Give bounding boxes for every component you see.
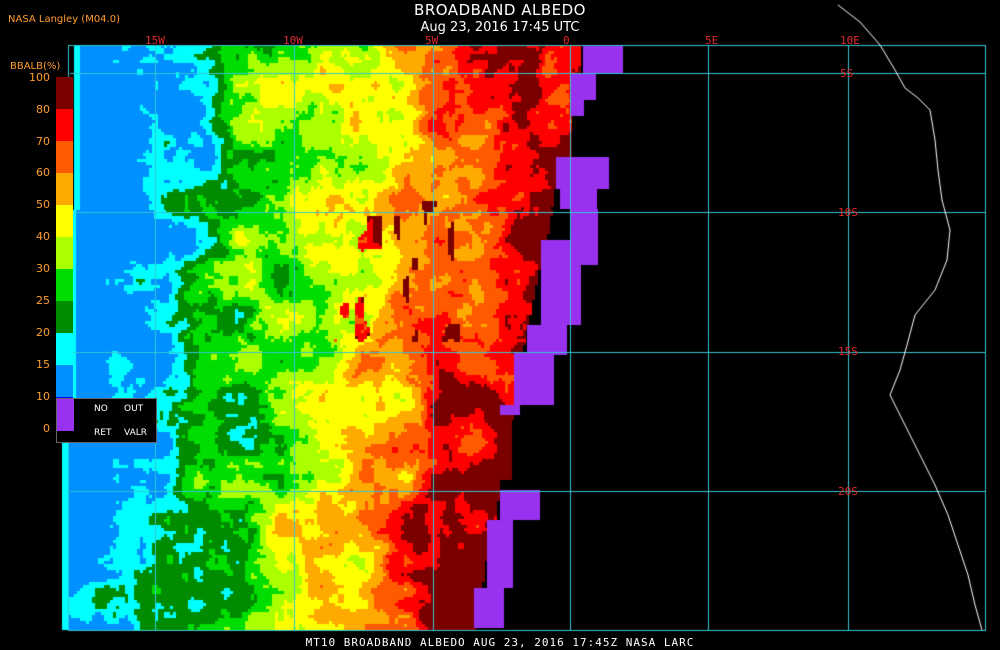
colorbar-swatch bbox=[56, 77, 73, 109]
colorbar-tick: 80 bbox=[36, 103, 50, 116]
colorbar-swatch bbox=[56, 141, 73, 173]
no-data-label: RET bbox=[94, 428, 112, 438]
lon-label-5e: 5E bbox=[705, 34, 719, 47]
colorbar-tick: 40 bbox=[36, 230, 50, 243]
lon-label-5w: 5W bbox=[425, 34, 439, 47]
colorbar-tick: 25 bbox=[36, 294, 50, 307]
lon-label-10w: 10W bbox=[283, 34, 303, 47]
no-data-legend: NO OUT RET VALR bbox=[56, 398, 157, 443]
no-data-label: NO bbox=[94, 404, 108, 414]
colorbar-swatch bbox=[56, 173, 73, 205]
colorbar-swatch bbox=[56, 109, 73, 141]
lon-label-10e: 10E bbox=[840, 34, 860, 47]
lat-label-15s: 15S bbox=[838, 345, 858, 358]
albedo-map bbox=[0, 0, 1000, 650]
colorbar-swatch bbox=[56, 269, 73, 301]
colorbar-swatch bbox=[56, 365, 73, 397]
colorbar-tick: 20 bbox=[36, 326, 50, 339]
colorbar-swatch bbox=[56, 301, 73, 333]
colorbar-swatch bbox=[56, 333, 73, 365]
lat-label-5s: 5S bbox=[840, 67, 854, 80]
colorbar-tick: 10 bbox=[36, 390, 50, 403]
colorbar-swatch bbox=[56, 205, 73, 237]
colorbar-swatch bbox=[56, 237, 73, 269]
colorbar-tick: 100 bbox=[29, 71, 50, 84]
footer-caption: MT10 BROADBAND ALBEDO AUG 23, 2016 17:45… bbox=[305, 636, 695, 649]
no-data-label: OUT bbox=[124, 404, 144, 414]
no-data-label: VALR bbox=[124, 428, 148, 438]
colorbar-tick: 50 bbox=[36, 198, 50, 211]
map-title: BROADBAND ALBEDO bbox=[414, 1, 586, 19]
colorbar-tick: 60 bbox=[36, 166, 50, 179]
colorbar-tick: 0 bbox=[43, 422, 50, 435]
lon-label-15w: 15W bbox=[145, 34, 165, 47]
lon-label-0: 0 bbox=[563, 34, 570, 47]
lat-label-10s: 10S bbox=[838, 206, 858, 219]
colorbar-tick: 30 bbox=[36, 262, 50, 275]
credit-label: NASA Langley (M04.0) bbox=[8, 14, 120, 25]
colorbar-tick: 15 bbox=[36, 358, 50, 371]
map-timestamp: Aug 23, 2016 17:45 UTC bbox=[420, 20, 580, 35]
no-data-swatch bbox=[57, 399, 74, 431]
colorbar-tick: 70 bbox=[36, 135, 50, 148]
lat-label-20s: 20S bbox=[838, 485, 858, 498]
